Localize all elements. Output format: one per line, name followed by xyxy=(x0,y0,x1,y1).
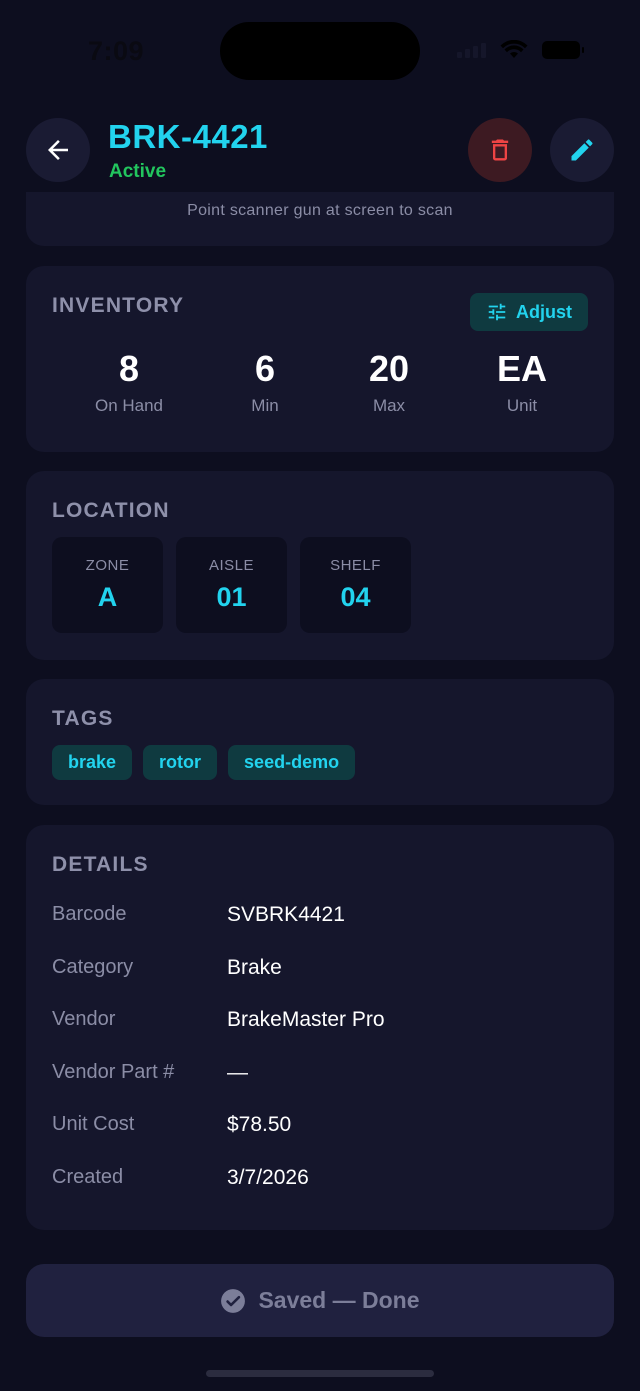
location-card: LOCATION ZONE A AISLE 01 SHELF 04 xyxy=(26,471,614,660)
detail-label: Barcode xyxy=(52,903,127,925)
stat-on-hand: 8 On Hand xyxy=(64,348,194,416)
check-circle-icon xyxy=(221,1288,246,1313)
location-aisle-label: AISLE xyxy=(208,557,255,574)
tag-chip[interactable]: rotor xyxy=(143,745,218,780)
detail-row-barcode: Barcode SVBRK4421 xyxy=(52,903,588,933)
detail-row-vendor: Vendor BrakeMaster Pro xyxy=(52,1008,588,1038)
status-icons xyxy=(457,40,584,60)
detail-label: Vendor Part # xyxy=(52,1061,175,1083)
saved-done-button[interactable]: Saved — Done xyxy=(26,1264,614,1337)
detail-value: $78.50 xyxy=(227,1113,292,1136)
adjust-button-label: Adjust xyxy=(516,301,572,322)
stat-label: Unit xyxy=(506,396,538,415)
detail-value: — xyxy=(227,1061,248,1084)
cellular-signal-icon xyxy=(457,42,486,58)
tags-card: TAGS brake rotor seed-demo xyxy=(26,679,614,805)
detail-label: Category xyxy=(52,956,134,978)
status-time: 7:09 xyxy=(88,36,145,66)
stat-value: 6 xyxy=(254,348,276,389)
trash-icon xyxy=(491,139,509,161)
dynamic-island xyxy=(220,22,420,80)
detail-label: Created xyxy=(52,1166,124,1188)
detail-row-unit-cost: Unit Cost $78.50 xyxy=(52,1113,588,1143)
home-indicator[interactable] xyxy=(206,1370,434,1377)
item-detail-screen: 7:09 BRK-4421 Active Point scanner gun a… xyxy=(0,0,640,1391)
detail-row-vendor-part: Vendor Part # — xyxy=(52,1061,588,1091)
sliders-icon xyxy=(488,303,506,321)
stat-max: 20 Max xyxy=(324,348,454,416)
scanner-card: Point scanner gun at screen to scan xyxy=(26,192,614,246)
saved-done-label: Saved — Done xyxy=(258,1287,420,1313)
adjust-button[interactable]: Adjust xyxy=(470,293,588,331)
back-button[interactable] xyxy=(26,118,90,182)
stat-value: 8 xyxy=(118,348,140,389)
stat-min: 6 Min xyxy=(200,348,330,416)
location-zone: ZONE A xyxy=(52,537,163,633)
tag-chip[interactable]: brake xyxy=(52,745,133,780)
stat-label: On Hand xyxy=(94,396,164,415)
tag-list: brake rotor seed-demo xyxy=(52,745,356,780)
pencil-icon xyxy=(571,139,593,161)
stat-value: 20 xyxy=(368,348,410,389)
location-shelf-value: 04 xyxy=(340,582,371,612)
location-shelf: SHELF 04 xyxy=(300,537,411,633)
battery-icon xyxy=(542,41,584,59)
stat-value: EA xyxy=(496,348,547,389)
detail-label: Vendor xyxy=(52,1008,116,1030)
tags-section-title: TAGS xyxy=(52,707,114,730)
location-zone-label: ZONE xyxy=(85,557,130,574)
detail-row-category: Category Brake xyxy=(52,956,588,986)
detail-row-created: Created 3/7/2026 xyxy=(52,1166,588,1196)
detail-label: Unit Cost xyxy=(52,1113,135,1135)
location-zone-value: A xyxy=(97,582,118,612)
stat-label: Min xyxy=(251,396,279,415)
stat-unit: EA Unit xyxy=(457,348,587,416)
detail-value: 3/7/2026 xyxy=(227,1166,309,1189)
item-title: BRK-4421 xyxy=(108,118,268,155)
location-aisle-value: 01 xyxy=(216,582,247,612)
scanner-hint: Point scanner gun at screen to scan xyxy=(187,202,453,219)
detail-value: BrakeMaster Pro xyxy=(227,1008,385,1031)
wifi-icon xyxy=(500,40,528,58)
details-card: DETAILS Barcode SVBRK4421 Category Brake… xyxy=(26,825,614,1230)
tag-chip[interactable]: seed-demo xyxy=(228,745,356,780)
inventory-section-title: INVENTORY xyxy=(52,294,185,317)
location-shelf-label: SHELF xyxy=(330,557,381,574)
detail-value: SVBRK4421 xyxy=(227,903,345,926)
detail-value: Brake xyxy=(227,956,282,979)
stat-label: Max xyxy=(372,396,406,415)
arrow-left-icon xyxy=(48,140,68,160)
edit-button[interactable] xyxy=(550,118,614,182)
details-section-title: DETAILS xyxy=(52,853,149,876)
location-section-title: LOCATION xyxy=(52,499,170,522)
location-aisle: AISLE 01 xyxy=(176,537,287,633)
delete-button[interactable] xyxy=(468,118,532,182)
inventory-card: INVENTORY Adjust 8 On Hand 6 Min 20 Max … xyxy=(26,266,614,452)
item-status: Active xyxy=(109,161,167,182)
